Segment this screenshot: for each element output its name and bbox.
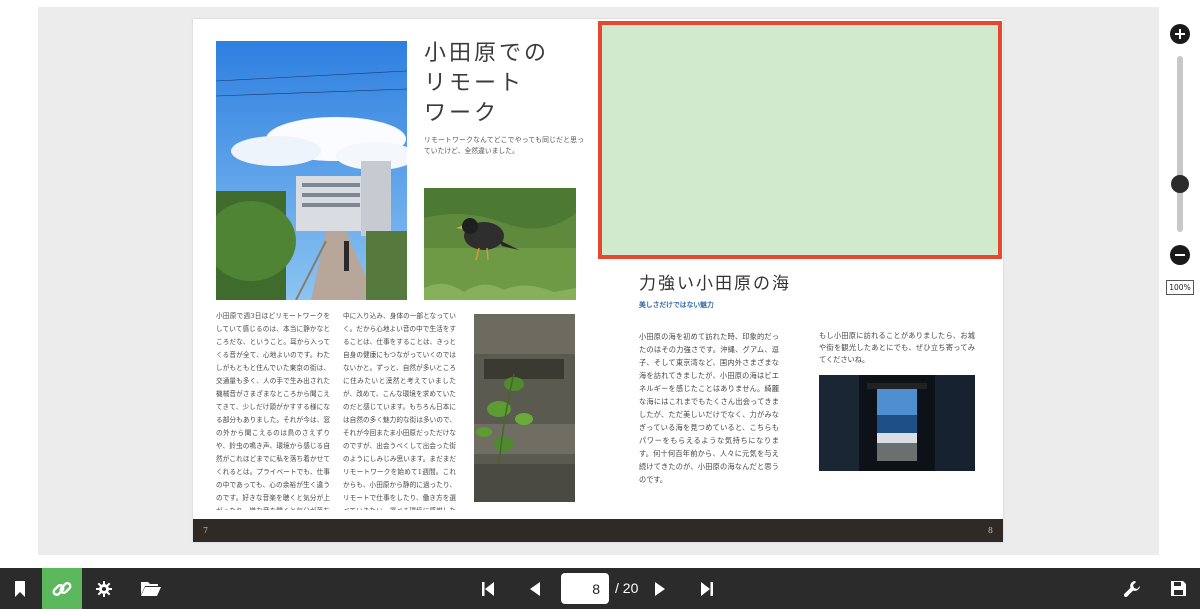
- title-line: 小田原での: [424, 41, 550, 66]
- left-body-column-2: 中に入り込み、身体の一部となっていく。だから心地よい音の中で生活をすることは、仕…: [343, 312, 456, 510]
- open-file-button[interactable]: [131, 568, 171, 609]
- plus-icon: [1175, 29, 1185, 39]
- zoom-slider-thumb[interactable]: [1171, 174, 1189, 193]
- title-line: ワーク: [424, 101, 500, 126]
- folder-open-icon: [141, 582, 161, 596]
- skip-first-icon: [482, 581, 494, 596]
- right-title: 力強い小田原の海: [639, 274, 791, 294]
- plant-photo: [474, 314, 575, 502]
- right-body-column-2: もし小田原に訪れることがありましたら、お城や街を観光したあとにでも、ぜひ立ち寄っ…: [819, 331, 975, 364]
- magazine-spread: 小田原での リモート ワーク リモートワークなんてどこでやっても同じだと思ってい…: [193, 19, 1003, 542]
- gear-icon: [96, 580, 112, 597]
- link-button[interactable]: [42, 568, 82, 609]
- tools-button[interactable]: [1112, 568, 1152, 609]
- triangle-right-icon: [655, 581, 665, 596]
- bookmark-icon: [15, 580, 25, 597]
- page-footer: 7 8: [193, 519, 1003, 542]
- last-page-button[interactable]: [687, 568, 727, 609]
- title-line: リモート: [424, 71, 525, 96]
- right-body-column-1: 小田原の海を初めて訪れた時、印象的だったのはその力強さです。沖縄、グアム、逗子、…: [639, 332, 779, 484]
- prev-page-button[interactable]: [515, 568, 555, 609]
- image-placeholder[interactable]: [598, 21, 1002, 259]
- zoom-controls: 100%: [1166, 20, 1194, 300]
- page-number-input[interactable]: [561, 573, 609, 604]
- link-icon: [52, 581, 72, 596]
- left-subtitle: リモートワークなんてどこでやっても同じだと思っていたけど、全然違いました。: [424, 136, 584, 155]
- zoom-in-button[interactable]: [1170, 24, 1190, 44]
- total-pages-label: / 20: [615, 580, 639, 596]
- floppy-disk-icon: [1170, 581, 1186, 596]
- bottom-toolbar: / 20: [0, 568, 1200, 609]
- bookmark-button[interactable]: [0, 568, 40, 609]
- left-page-number: 7: [203, 526, 209, 535]
- minus-icon: [1175, 254, 1185, 256]
- zoom-level-label: 100%: [1166, 280, 1194, 295]
- skip-last-icon: [701, 581, 713, 596]
- town-street-photo: [216, 41, 407, 300]
- save-button[interactable]: [1158, 568, 1198, 609]
- bird-photo: [424, 188, 576, 300]
- zoom-slider-track[interactable]: [1177, 56, 1183, 232]
- next-page-button[interactable]: [640, 568, 680, 609]
- settings-button[interactable]: [84, 568, 124, 609]
- triangle-left-icon: [530, 581, 540, 596]
- sea-window-photo: [819, 375, 975, 471]
- zoom-out-button[interactable]: [1170, 245, 1190, 265]
- wrench-icon: [1124, 580, 1140, 597]
- first-page-button[interactable]: [468, 568, 508, 609]
- right-page-number: 8: [987, 526, 993, 535]
- left-title: 小田原での リモート ワーク: [424, 39, 549, 129]
- left-body-column-1: 小田原で週3日ほどリモートワークをしていて感じるのは、本当に静かなところだな、と…: [216, 312, 330, 510]
- right-subtitle: 美しさだけではない魅力: [639, 301, 714, 309]
